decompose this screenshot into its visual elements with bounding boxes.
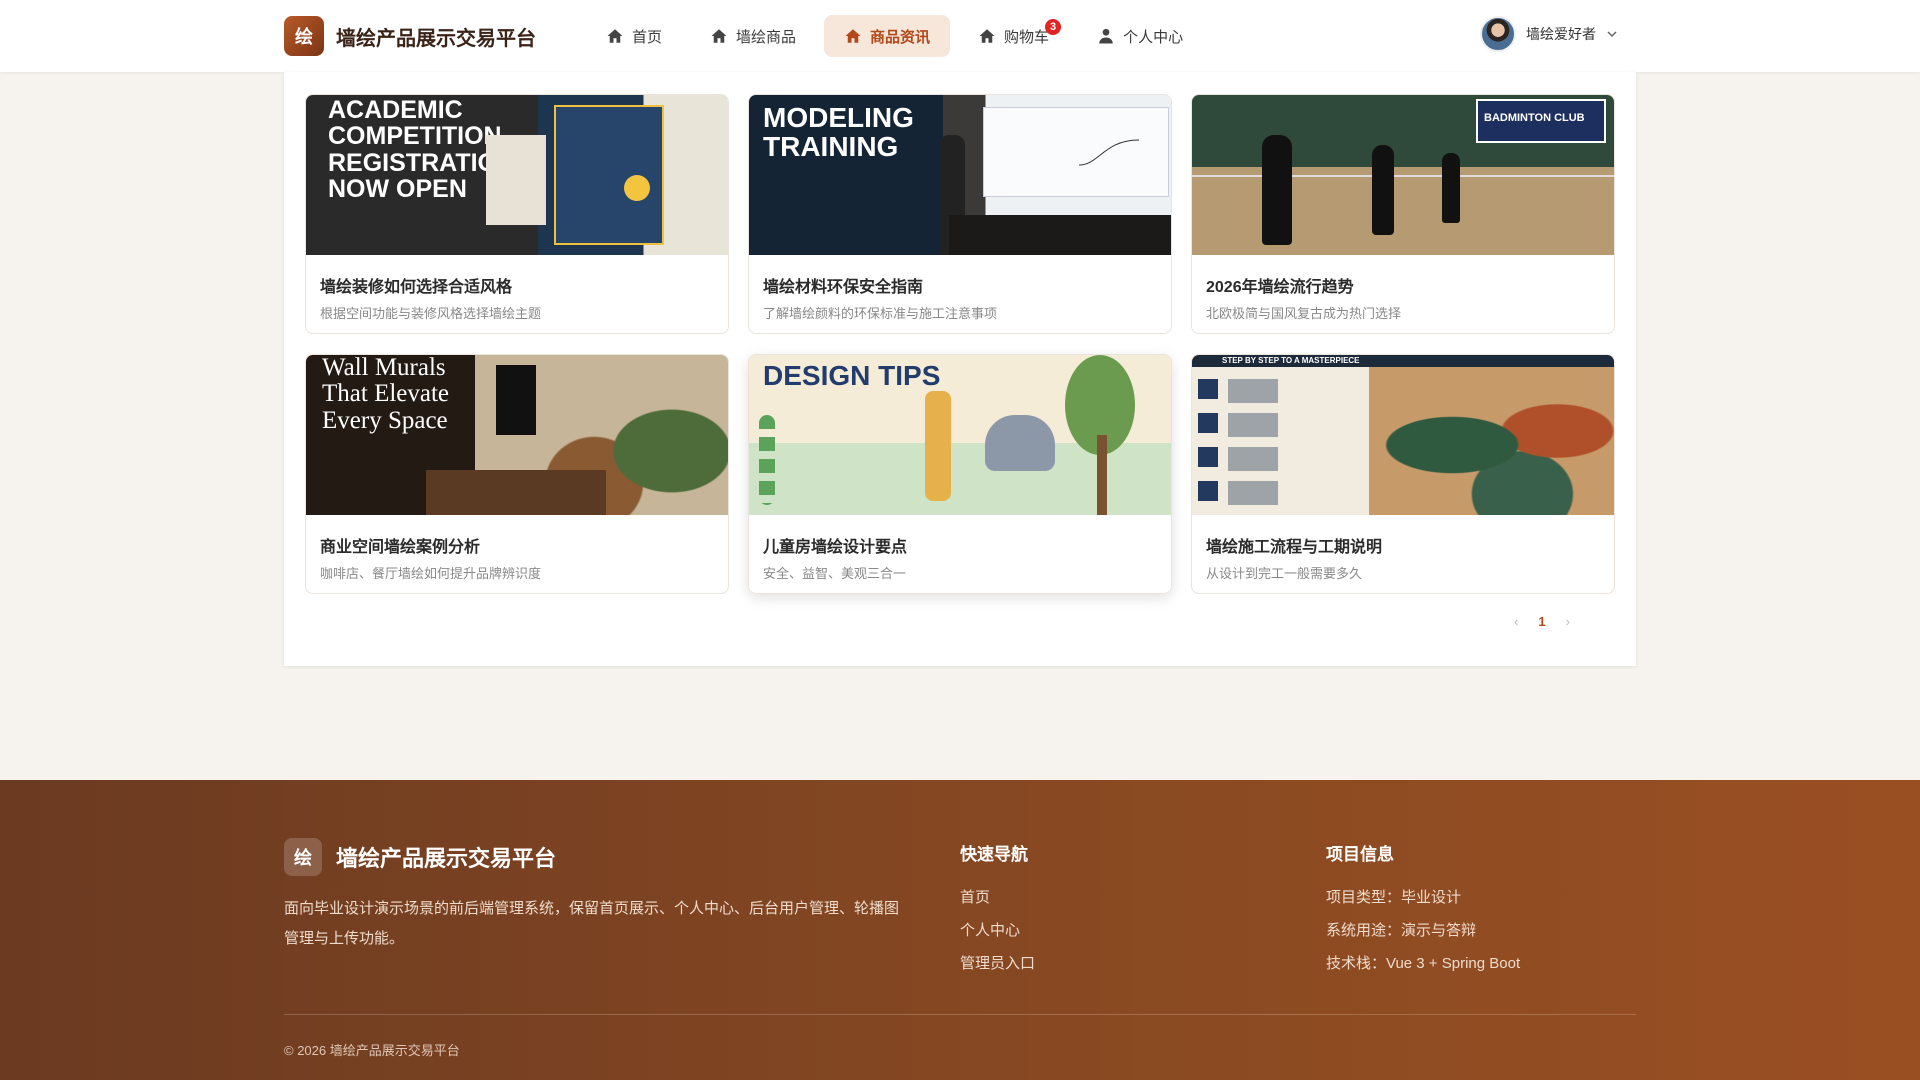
thumbnail-caption: MODELING TRAINING (763, 102, 914, 163)
logo-icon: 绘 (284, 16, 324, 56)
news-thumbnail: MODELING TRAINING (749, 95, 1171, 255)
footer-info-item: 技术栈：Vue 3 + Spring Boot (1326, 955, 1521, 972)
nav-products[interactable]: 墙绘商品 (690, 15, 816, 57)
thumbnail-caption: Wall Murals That Elevate Every Space (322, 355, 450, 434)
top-header: 绘 墙绘产品展示交易平台 首页 墙绘商品 商品资讯 购物车 3 个人中心 墙绘爱… (0, 0, 1920, 72)
footer-link-admin[interactable]: 管理员入口 (960, 947, 1035, 980)
footer-quick-nav: 快速导航 首页 个人中心 管理员入口 (960, 840, 1035, 980)
news-title: 墙绘装修如何选择合适风格 (320, 279, 513, 296)
thumbnail-caption: BADMINTON CLUB (1484, 112, 1585, 124)
page-number[interactable]: 1 (1538, 614, 1545, 629)
news-summary: 了解墙绘颜料的环保标准与施工注意事项 (763, 306, 998, 321)
footer-info-title: 项目信息 (1326, 845, 1394, 864)
home-icon (844, 27, 862, 45)
brand-name: 墙绘产品展示交易平台 (336, 27, 536, 50)
nav-news[interactable]: 商品资讯 (824, 15, 951, 57)
user-name: 墙绘爱好者 (1526, 26, 1596, 42)
news-card[interactable]: ACADEMIC COMPETITION REGISTRATION NOW OP… (305, 94, 729, 334)
footer-brand: 绘 墙绘产品展示交易平台 (284, 838, 556, 876)
news-summary: 北欧极简与国风复古成为热门选择 (1206, 306, 1402, 321)
news-card[interactable]: Wall Murals That Elevate Every Space 商业空… (305, 354, 729, 594)
news-title: 商业空间墙绘案例分析 (320, 539, 481, 556)
nav-home[interactable]: 首页 (586, 15, 682, 57)
news-thumbnail: BADMINTON CLUB (1192, 95, 1614, 255)
prev-page-button[interactable]: ‹ (1514, 614, 1518, 629)
news-thumbnail: Wall Murals That Elevate Every Space (306, 355, 728, 515)
news-card[interactable]: BADMINTON CLUB 2026年墙绘流行趋势 北欧极简与国风复古成为热门… (1191, 94, 1615, 334)
footer-nav-title: 快速导航 (960, 845, 1028, 864)
nav-label: 首页 (632, 28, 663, 46)
nav-label: 购物车 (1004, 28, 1050, 46)
news-title: 2026年墙绘流行趋势 (1206, 279, 1354, 296)
footer: 绘 墙绘产品展示交易平台 面向毕业设计演示场景的前后端管理系统，保留首页展示、个… (0, 780, 1920, 1080)
home-icon (606, 27, 624, 45)
cart-count-badge: 3 (1045, 19, 1062, 35)
news-card[interactable]: DESIGN TIPS 儿童房墙绘设计要点 安全、益智、美观三合一 (748, 354, 1172, 594)
copyright: © 2026 墙绘产品展示交易平台 (284, 1043, 460, 1058)
news-thumbnail: STEP BY STEP TO A MASTERPIECE (1192, 355, 1614, 515)
main-nav: 首页 墙绘商品 商品资讯 购物车 3 个人中心 (586, 15, 1203, 57)
news-summary: 安全、益智、美观三合一 (763, 566, 907, 581)
footer-project-info: 项目信息 项目类型：毕业设计 系统用途：演示与答辩 技术栈：Vue 3 + Sp… (1326, 840, 1520, 980)
news-thumbnail: DESIGN TIPS (749, 355, 1171, 515)
avatar (1480, 16, 1516, 52)
logo-icon: 绘 (284, 838, 322, 876)
footer-brand-name: 墙绘产品展示交易平台 (336, 846, 557, 871)
thumbnail-caption: STEP BY STEP TO A MASTERPIECE (1222, 356, 1360, 365)
news-title: 墙绘施工流程与工期说明 (1206, 539, 1383, 556)
footer-link-profile[interactable]: 个人中心 (960, 914, 1035, 947)
news-summary: 根据空间功能与装修风格选择墙绘主题 (320, 306, 542, 321)
footer-divider (284, 1014, 1636, 1015)
nav-label: 个人中心 (1123, 28, 1184, 46)
thumbnail-caption: ACADEMIC COMPETITION REGISTRATION NOW OP… (328, 96, 516, 203)
news-summary: 咖啡店、餐厅墙绘如何提升品牌辨识度 (320, 566, 542, 581)
news-summary: 从设计到完工一般需要多久 (1206, 566, 1363, 581)
footer-description: 面向毕业设计演示场景的前后端管理系统，保留首页展示、个人中心、后台用户管理、轮播… (284, 900, 900, 947)
home-icon (710, 27, 728, 45)
footer-info-item: 项目类型：毕业设计 (1326, 889, 1462, 906)
next-page-button[interactable]: › (1566, 614, 1570, 629)
nav-profile[interactable]: 个人中心 (1077, 15, 1203, 57)
footer-link-home[interactable]: 首页 (960, 881, 1035, 914)
pagination: ‹ 1 › (1514, 614, 1570, 629)
chevron-down-icon (1606, 28, 1618, 40)
news-title: 墙绘材料环保安全指南 (763, 279, 924, 296)
news-card[interactable]: STEP BY STEP TO A MASTERPIECE 墙绘施工流程与工期说… (1191, 354, 1615, 594)
user-menu[interactable]: 墙绘爱好者 (1480, 16, 1618, 52)
user-icon (1097, 27, 1115, 45)
brand[interactable]: 绘 墙绘产品展示交易平台 (284, 16, 536, 56)
news-card[interactable]: MODELING TRAINING 墙绘材料环保安全指南 了解墙绘颜料的环保标准… (748, 94, 1172, 334)
news-thumbnail: ACADEMIC COMPETITION REGISTRATION NOW OP… (306, 95, 728, 255)
nav-label: 商品资讯 (870, 28, 931, 46)
thumbnail-caption: DESIGN TIPS (763, 360, 941, 391)
home-icon (978, 27, 996, 45)
nav-cart[interactable]: 购物车 3 (958, 15, 1069, 57)
news-panel: ACADEMIC COMPETITION REGISTRATION NOW OP… (284, 72, 1636, 666)
nav-label: 墙绘商品 (736, 28, 797, 46)
footer-info-item: 系统用途：演示与答辩 (1326, 922, 1477, 939)
news-title: 儿童房墙绘设计要点 (763, 539, 908, 556)
